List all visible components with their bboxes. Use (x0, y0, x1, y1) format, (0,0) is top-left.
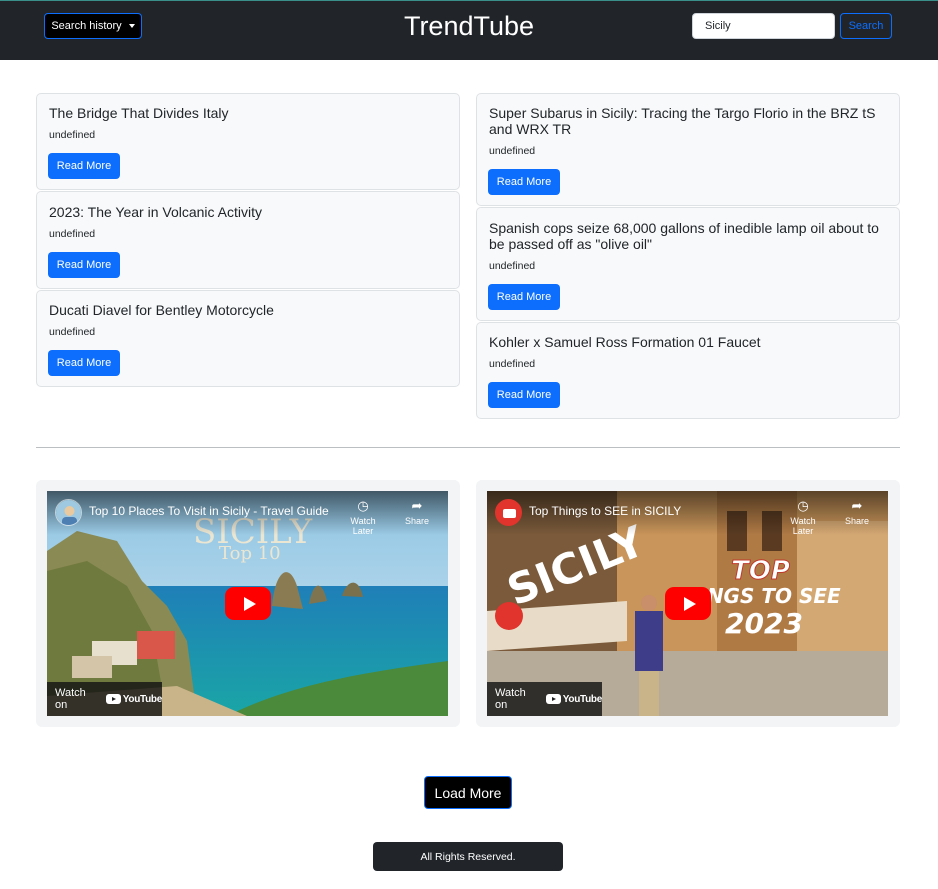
article-description: undefined (489, 145, 536, 157)
youtube-logo-icon: YouTube (545, 694, 602, 705)
share-button[interactable]: ➦ Share (834, 498, 880, 527)
article-description: undefined (49, 326, 96, 338)
article-card: Kohler x Samuel Ross Formation 01 Faucet… (476, 322, 900, 419)
clock-icon: ◷ (797, 498, 809, 513)
watch-later-button[interactable]: ◷ Watch Later (780, 498, 826, 537)
article-title: The Bridge That Divides Italy (49, 105, 229, 121)
watch-on-label: Watch on (55, 687, 86, 711)
read-more-button[interactable]: Read More (48, 350, 120, 376)
read-more-button[interactable]: Read More (488, 169, 560, 195)
footer-text: All Rights Reserved. (420, 850, 516, 863)
share-label: Share (404, 516, 430, 526)
play-icon (243, 596, 256, 611)
section-divider (36, 447, 900, 448)
footer: All Rights Reserved. (373, 842, 563, 871)
article-card: Ducati Diavel for Bentley Motorcycle und… (36, 290, 460, 387)
search-history-dropdown[interactable]: Search history (44, 13, 142, 39)
read-more-button[interactable]: Read More (48, 252, 120, 278)
article-description: undefined (489, 260, 536, 272)
share-button[interactable]: ➦ Share (394, 498, 440, 527)
article-card: Spanish cops seize 68,000 gallons of ine… (476, 207, 900, 321)
watch-later-label: Watch Later (350, 516, 376, 536)
clock-icon: ◷ (357, 498, 369, 513)
search-button[interactable]: Search (840, 13, 892, 39)
article-description: undefined (489, 358, 536, 370)
watch-on-youtube-button[interactable]: Watch on YouTube (47, 682, 162, 716)
article-card: 2023: The Year in Volcanic Activity unde… (36, 191, 460, 289)
play-icon (683, 596, 696, 611)
read-more-button[interactable]: Read More (48, 153, 120, 179)
video-title[interactable]: Top Things to SEE in SICILY (529, 504, 681, 518)
thumbnail-subtitle-text: Top 10 (219, 543, 281, 564)
article-description: undefined (49, 228, 96, 240)
video-embed[interactable]: SICILY Top 10 Top 10 Places To Visit in … (47, 491, 448, 716)
watch-on-label: Watch on (495, 687, 526, 711)
share-icon: ➦ (851, 498, 863, 513)
article-title: Kohler x Samuel Ross Formation 01 Faucet (489, 334, 761, 350)
video-embed[interactable]: SICILY TOP THINGS TO SEE 2023 Top Things… (487, 491, 888, 716)
read-more-button[interactable]: Read More (488, 284, 560, 310)
video-title[interactable]: Top 10 Places To Visit in Sicily - Trave… (89, 504, 329, 518)
article-title: Spanish cops seize 68,000 gallons of ine… (489, 220, 879, 252)
thumbnail-year-text: 2023 (725, 607, 803, 640)
search-history-label: Search history (51, 20, 122, 32)
youtube-logo-icon: YouTube (105, 694, 162, 705)
load-more-button[interactable]: Load More (424, 776, 512, 809)
article-card: The Bridge That Divides Italy undefined … (36, 93, 460, 190)
article-title: Super Subarus in Sicily: Tracing the Tar… (489, 105, 876, 137)
watch-later-label: Watch Later (790, 516, 816, 536)
caret-down-icon (128, 24, 135, 28)
video-card: SICILY Top 10 Top 10 Places To Visit in … (36, 480, 460, 727)
search-input[interactable] (692, 13, 835, 39)
navbar: Search history TrendTube Search (0, 0, 938, 60)
play-button[interactable] (665, 587, 711, 620)
article-title: 2023: The Year in Volcanic Activity (49, 204, 262, 220)
article-title: Ducati Diavel for Bentley Motorcycle (49, 302, 274, 318)
channel-avatar[interactable] (495, 499, 522, 526)
watch-on-youtube-button[interactable]: Watch on YouTube (487, 682, 602, 716)
play-button[interactable] (225, 587, 271, 620)
video-card: SICILY TOP THINGS TO SEE 2023 Top Things… (476, 480, 900, 727)
read-more-button[interactable]: Read More (488, 382, 560, 408)
thumbnail-top-text: TOP (731, 556, 790, 586)
share-label: Share (844, 516, 870, 526)
article-description: undefined (49, 129, 96, 141)
article-card: Super Subarus in Sicily: Tracing the Tar… (476, 93, 900, 206)
channel-avatar[interactable] (55, 499, 82, 526)
watch-later-button[interactable]: ◷ Watch Later (340, 498, 386, 537)
share-icon: ➦ (411, 498, 423, 513)
